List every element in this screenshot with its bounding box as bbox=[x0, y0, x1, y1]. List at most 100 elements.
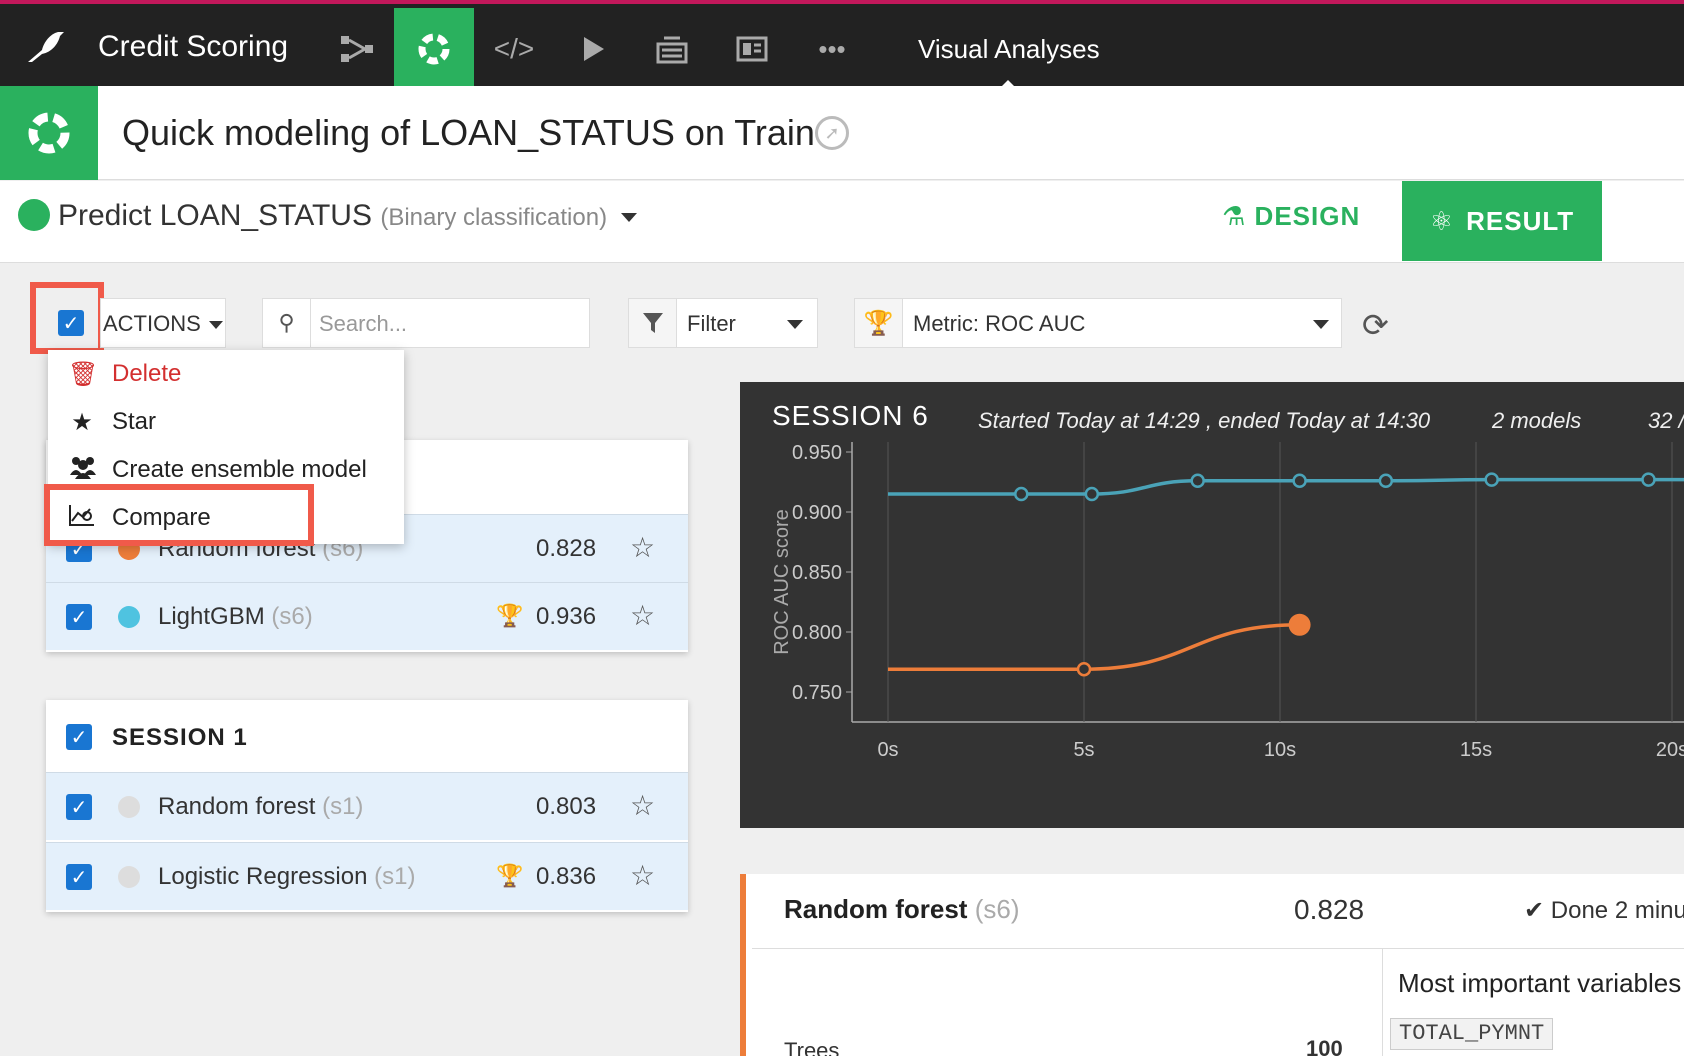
x-tick-label: 10s bbox=[1264, 739, 1296, 761]
model-name-link[interactable]: LightGBM (s6) bbox=[158, 603, 313, 631]
x-tick-label: 20s bbox=[1656, 739, 1684, 761]
model-session: (s6) bbox=[271, 603, 313, 630]
top-navbar: Credit Scoring </> ••• Visual Analyses bbox=[0, 0, 1684, 90]
model-name: Random forest bbox=[158, 793, 316, 820]
funnel-icon bbox=[629, 299, 677, 347]
model-name-link[interactable]: Random forest (s1) bbox=[158, 793, 363, 821]
model-detail-card: Random forest (s6) 0.828 ✔ Done 2 minu M… bbox=[740, 874, 1684, 1056]
model-score: 0.803 bbox=[536, 793, 597, 820]
microscope-icon: ⚛ bbox=[1429, 205, 1455, 236]
search-input[interactable] bbox=[319, 309, 579, 339]
deploy-icon[interactable] bbox=[632, 8, 712, 90]
star-outline-icon[interactable]: ☆ bbox=[630, 789, 655, 822]
row-checkbox[interactable]: ✓ bbox=[66, 794, 92, 820]
ml-task-bar: Predict LOAN_STATUS (Binary classificati… bbox=[0, 181, 1684, 263]
project-name[interactable]: Credit Scoring bbox=[98, 30, 288, 64]
chevron-down-icon bbox=[621, 212, 638, 222]
search-box: ⚲ bbox=[262, 298, 590, 348]
variable-tag: TOTAL_PYMNT bbox=[1390, 1018, 1554, 1050]
y-tick-label: 0.800 bbox=[792, 622, 842, 644]
x-tick-label: 15s bbox=[1460, 739, 1492, 761]
metric-dropdown[interactable]: 🏆 Metric: ROC AUC bbox=[854, 298, 1342, 348]
highlight-box bbox=[44, 484, 314, 546]
task-title: Predict LOAN_STATUS bbox=[58, 199, 372, 232]
task-selector[interactable]: Predict LOAN_STATUS (Binary classificati… bbox=[58, 199, 638, 233]
y-tick-label: 0.750 bbox=[792, 682, 842, 704]
row-checkbox[interactable]: ✓ bbox=[66, 604, 92, 630]
session-1-panel: ✓ SESSION 1 ✓ Random forest (s1) 0.803 ☆… bbox=[46, 700, 688, 912]
model-color-dot bbox=[118, 606, 140, 628]
important-variables-title: Most important variables bbox=[1398, 968, 1682, 998]
menu-item-star[interactable]: ★ Star bbox=[68, 402, 156, 442]
users-icon bbox=[68, 455, 96, 486]
star-outline-icon[interactable]: ☆ bbox=[630, 531, 655, 564]
more-icon[interactable]: ••• bbox=[792, 8, 872, 90]
python-icon bbox=[18, 199, 50, 231]
design-tab-label: DESIGN bbox=[1254, 201, 1361, 231]
list-item[interactable]: ✓ Random forest (s1) 0.803 ☆ bbox=[46, 772, 688, 840]
refresh-icon[interactable]: ⟳ bbox=[1362, 306, 1389, 344]
trash-icon: 🗑 bbox=[68, 360, 99, 388]
code-icon[interactable]: </> bbox=[474, 8, 554, 90]
y-tick-label: 0.950 bbox=[792, 442, 842, 464]
page-title[interactable]: Quick modeling of LOAN_STATUS on Train bbox=[122, 112, 815, 154]
session-6-chart-panel: SESSION 6 Started Today at 14:29 , ended… bbox=[740, 382, 1684, 828]
actions-dropdown[interactable]: ACTIONS bbox=[100, 298, 226, 348]
detail-model-name[interactable]: Random forest (s6) bbox=[784, 894, 1019, 925]
metric-label: Metric: ROC AUC bbox=[913, 311, 1086, 336]
design-tab[interactable]: ⚗ DESIGN bbox=[1222, 201, 1360, 241]
series-point-0 bbox=[1378, 473, 1394, 489]
menu-item-label: Delete bbox=[112, 360, 182, 387]
trophy-icon: 🏆 bbox=[496, 603, 524, 628]
compass-icon[interactable]: ➚ bbox=[815, 116, 849, 150]
session-label: SESSION 1 bbox=[112, 724, 248, 751]
trophy-icon: 🏆 bbox=[855, 299, 903, 347]
divider bbox=[1382, 948, 1383, 1056]
roc-auc-line-chart: 0.950 0.900 0.850 0.800 0.750 0s 5s 10s 15s 20s RO… bbox=[771, 442, 1684, 761]
bird-logo-icon[interactable] bbox=[24, 24, 68, 68]
chevron-down-icon bbox=[208, 321, 223, 330]
model-name: LightGBM bbox=[158, 603, 265, 630]
session-checkbox[interactable]: ✓ bbox=[66, 724, 92, 750]
analysis-title-bar: Quick modeling of LOAN_STATUS on Train ➚ bbox=[0, 86, 1684, 180]
filter-label: Filter bbox=[687, 311, 736, 336]
result-tab[interactable]: ⚛ RESULT bbox=[1402, 181, 1602, 261]
lab-icon[interactable] bbox=[394, 8, 474, 90]
x-tick-label: 5s bbox=[1073, 739, 1094, 761]
detail-status: ✔ Done 2 minu bbox=[1524, 896, 1684, 925]
series-point-0 bbox=[1190, 473, 1205, 489]
filter-dropdown[interactable]: Filter bbox=[628, 298, 818, 348]
search-icon: ⚲ bbox=[263, 299, 311, 347]
model-color-dot bbox=[118, 796, 140, 818]
model-name: Logistic Regression bbox=[158, 863, 368, 890]
dashboard-icon[interactable] bbox=[712, 8, 792, 90]
list-item[interactable]: ✓ Logistic Regression (s1) 🏆 0.836 ☆ bbox=[46, 842, 688, 910]
row-checkbox[interactable]: ✓ bbox=[66, 864, 92, 890]
detail-name-text: Random forest bbox=[784, 894, 968, 924]
series-point-0 bbox=[1484, 472, 1499, 487]
param-label: Trees bbox=[784, 1038, 840, 1056]
series-point-0 bbox=[1641, 472, 1656, 487]
star-outline-icon[interactable]: ☆ bbox=[630, 599, 655, 632]
highlight-box bbox=[30, 282, 104, 354]
model-name-link[interactable]: Logistic Regression (s1) bbox=[158, 863, 415, 891]
list-item[interactable]: ✓ LightGBM (s6) 🏆 0.936 ☆ bbox=[46, 582, 688, 650]
series-point-0 bbox=[1014, 486, 1029, 502]
visual-analyses-link[interactable]: Visual Analyses bbox=[918, 34, 1100, 65]
series-point-0 bbox=[1084, 486, 1100, 502]
session-header: ✓ SESSION 1 bbox=[46, 700, 688, 772]
star-icon: ★ bbox=[71, 408, 93, 436]
y-tick-label: 0.850 bbox=[792, 562, 842, 584]
series-point-0 bbox=[1292, 473, 1307, 489]
star-outline-icon[interactable]: ☆ bbox=[630, 859, 655, 892]
result-tab-label: RESULT bbox=[1466, 205, 1575, 236]
model-session: (s1) bbox=[374, 863, 416, 890]
flow-icon[interactable] bbox=[318, 8, 398, 90]
menu-item-delete[interactable]: 🗑 Delete bbox=[68, 354, 181, 394]
check-icon: ✔ bbox=[1524, 897, 1545, 924]
model-score: 0.936 bbox=[536, 603, 597, 630]
menu-item-label: Create ensemble model bbox=[112, 456, 367, 483]
run-icon[interactable] bbox=[554, 8, 634, 90]
model-score: 0.828 bbox=[536, 535, 597, 562]
param-value: 100 bbox=[1306, 1036, 1343, 1056]
